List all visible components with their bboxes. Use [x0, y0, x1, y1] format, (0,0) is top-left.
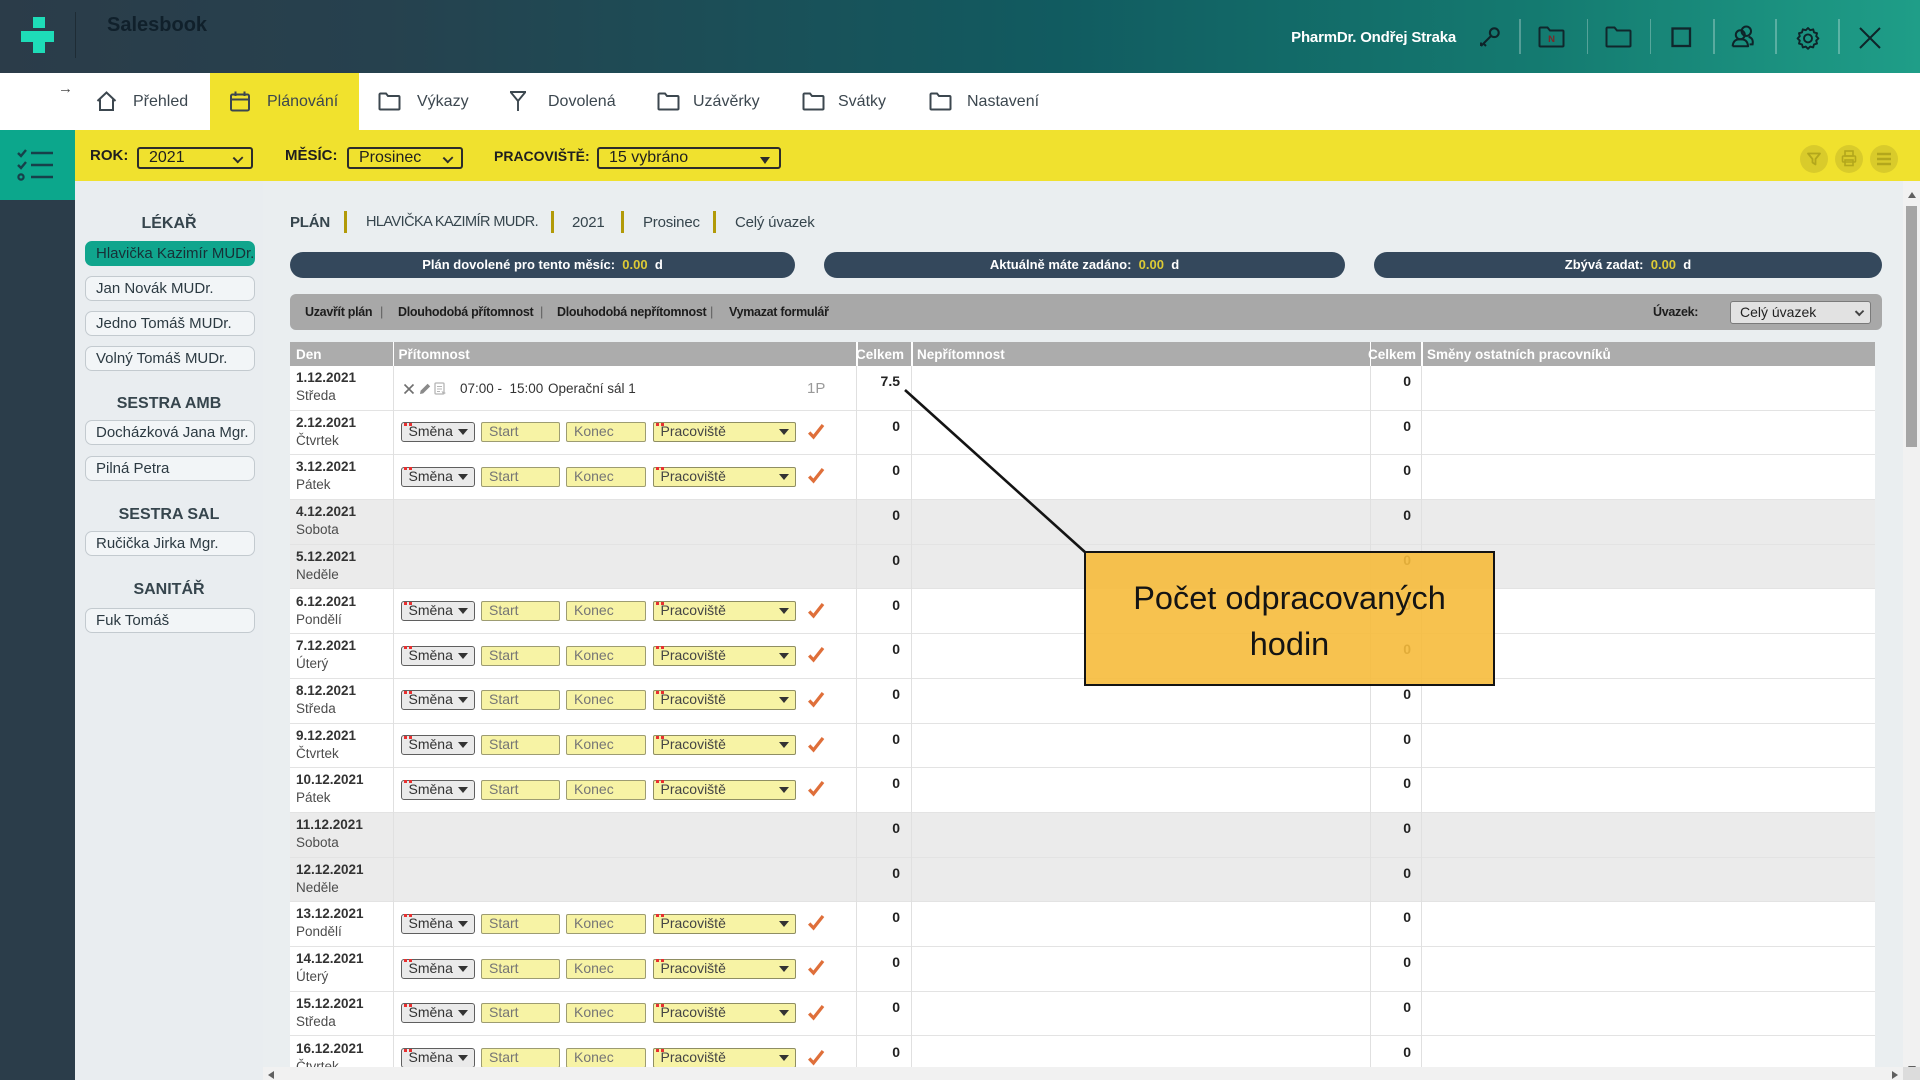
svg-text:N: N	[1548, 34, 1555, 45]
